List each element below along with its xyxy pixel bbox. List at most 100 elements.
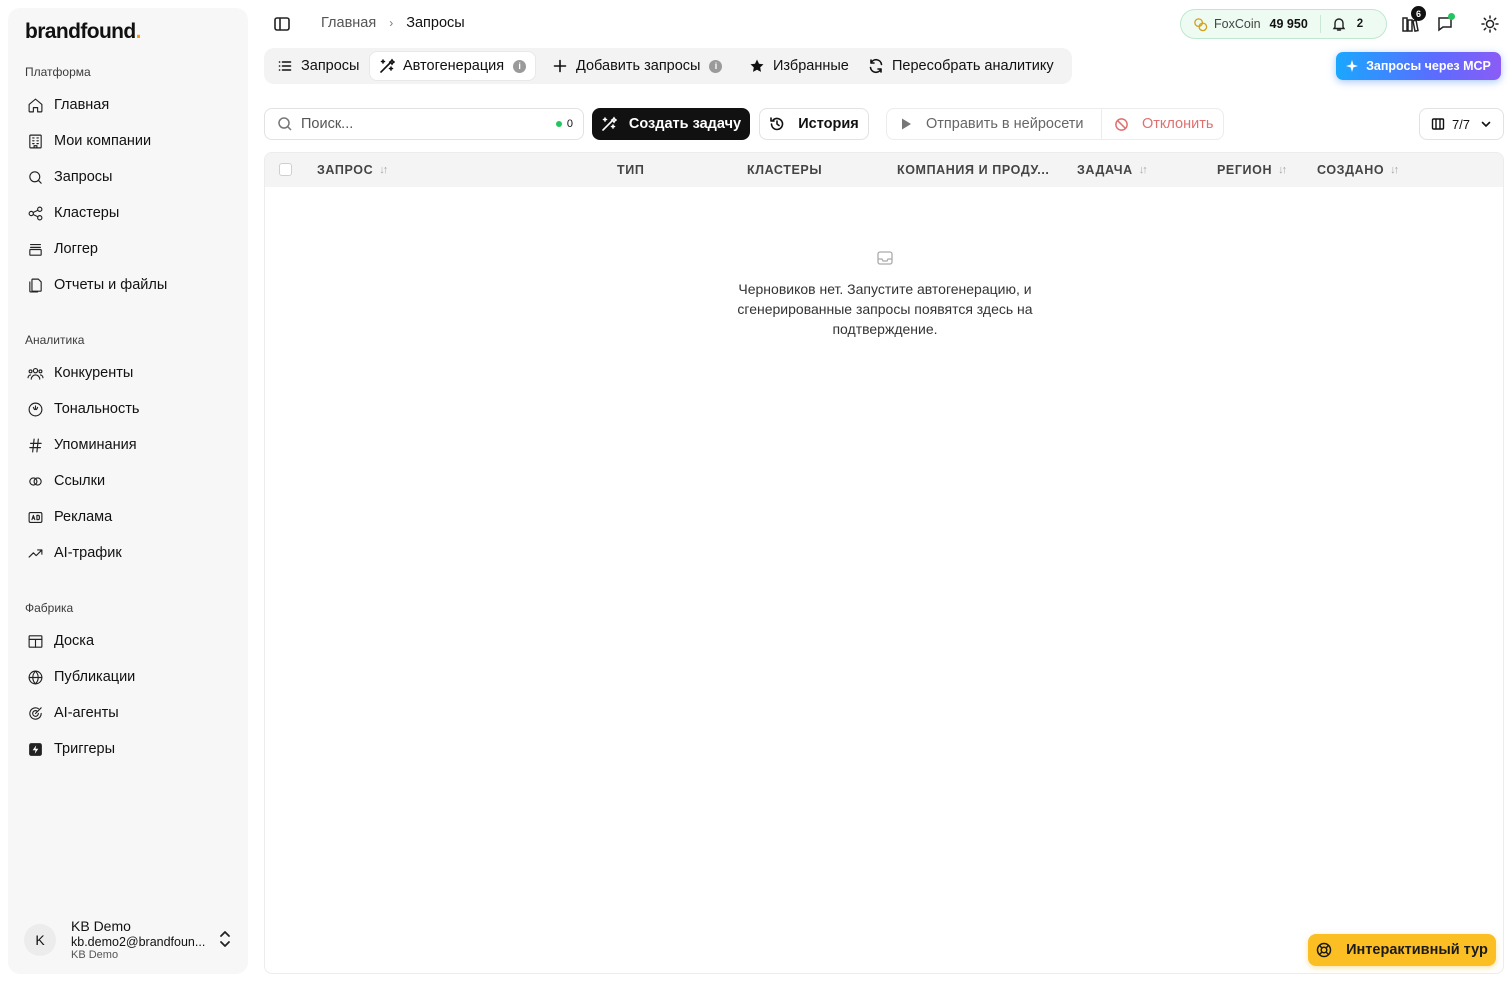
empty-state: Черновиков нет. Запустите автогенерацию,… (265, 251, 1503, 339)
info-icon[interactable]: i (709, 59, 723, 73)
column-header-created[interactable]: СОЗДАНО ↓↑ (1317, 153, 1399, 187)
column-label: СОЗДАНО (1317, 163, 1385, 177)
sidebar-item-competitors[interactable]: Конкуренты (18, 357, 238, 389)
sidebar-item-links[interactable]: Ссылки (18, 465, 238, 497)
sidebar-toggle-icon[interactable] (272, 14, 292, 34)
sidebar-item-label: Реклама (54, 509, 113, 525)
sparkle-icon (1346, 60, 1359, 72)
gauge-icon (26, 400, 44, 418)
column-header-task[interactable]: ЗАДАЧА ↓↑ (1077, 153, 1148, 187)
history-label: История (798, 116, 859, 132)
sidebar-item-label: Упоминания (54, 437, 137, 453)
trend-icon (26, 544, 44, 562)
create-task-button[interactable]: Создать задачу (592, 108, 750, 140)
section-label-platform: Платформа (25, 65, 91, 79)
sidebar-item-label: Доска (54, 633, 95, 649)
history-icon (770, 117, 784, 131)
plus-icon (553, 59, 567, 73)
link-icon (26, 472, 44, 490)
tab-autogeneration[interactable]: Автогенерация i (370, 52, 536, 80)
coin-label: FoxCoin (1214, 17, 1261, 31)
magic-wand-icon (380, 58, 395, 73)
breadcrumb: Главная › Запросы (321, 15, 465, 31)
tab-rebuild-analytics[interactable]: Пересобрать аналитику (859, 52, 1063, 80)
tour-label: Интерактивный тур (1346, 942, 1488, 958)
board-icon (26, 632, 44, 650)
section-label-analytics: Аналитика (25, 333, 85, 347)
sidebar-item-label: Триггеры (54, 741, 116, 757)
sidebar-item-board[interactable]: Доска (18, 625, 238, 657)
select-all-checkbox[interactable] (279, 163, 292, 176)
column-header-region[interactable]: РЕГИОН ↓↑ (1217, 153, 1287, 187)
breadcrumb-home[interactable]: Главная (321, 15, 376, 31)
status-dot (555, 121, 562, 127)
sidebar-item-ai-traffic[interactable]: AI-трафик (18, 537, 238, 569)
info-icon[interactable]: i (513, 59, 527, 73)
avatar: K (24, 924, 56, 956)
sidebar-item-publications[interactable]: Публикации (18, 661, 238, 693)
reject-button[interactable]: Отклонить (1102, 116, 1213, 132)
inbox-icon (877, 251, 893, 265)
bell-icon[interactable] (1331, 16, 1347, 32)
sidebar-item-ai-agents[interactable]: AI-агенты (18, 697, 238, 729)
sidebar-item-label: Кластеры (54, 205, 120, 221)
chevron-down-icon (1481, 121, 1491, 128)
tab-label: Пересобрать аналитику (892, 58, 1054, 74)
user-org: KB Demo (71, 948, 119, 961)
tab-favorites[interactable]: Избранные (740, 52, 858, 80)
search-icon (278, 117, 292, 131)
table-header: ЗАПРОС ↓↑ ТИП КЛАСТЕРЫ КОМПАНИЯ И ПРОДУ..… (265, 153, 1503, 187)
search-count: 0 (555, 118, 573, 130)
user-menu[interactable]: K KB Demo kb.demo2@brandfoun... KB Demo (18, 914, 238, 966)
sidebar-item-triggers[interactable]: Триггеры (18, 733, 238, 765)
tab-add-queries[interactable]: Добавить запросы i (543, 52, 731, 80)
column-label: ЗАДАЧА (1077, 163, 1133, 177)
sidebar-item-ads[interactable]: Реклама (18, 501, 238, 533)
breadcrumb-current: Запросы (406, 15, 465, 31)
send-to-ai-button[interactable]: Отправить в нейросети (887, 116, 1101, 132)
user-name: KB Demo (71, 918, 131, 935)
sidebar-item-home[interactable]: Главная (18, 89, 238, 121)
sidebar-item-sentiment[interactable]: Тональность (18, 393, 238, 425)
column-header-query[interactable]: ЗАПРОС ↓↑ (317, 153, 388, 187)
column-header-clusters: КЛАСТЕРЫ (747, 153, 822, 187)
sidebar-item-logger[interactable]: Логгер (18, 233, 238, 265)
building-icon (26, 132, 44, 150)
brand-logo[interactable]: brandfound. (25, 20, 142, 44)
mcp-button-label: Запросы через MCP (1366, 59, 1491, 73)
sidebar-item-companies[interactable]: Мои компании (18, 125, 238, 157)
bolt-icon (26, 740, 44, 758)
search-field[interactable]: 0 (264, 108, 584, 140)
columns-toggle-button[interactable]: 7/7 (1419, 108, 1504, 140)
files-icon (26, 276, 44, 294)
sun-icon[interactable] (1480, 14, 1500, 34)
tab-label: Добавить запросы (576, 58, 701, 74)
chat-status-dot (1448, 13, 1455, 20)
sidebar-item-mentions[interactable]: Упоминания (18, 429, 238, 461)
agent-icon (26, 704, 44, 722)
interactive-tour-button[interactable]: Интерактивный тур (1308, 934, 1496, 966)
sidebar-item-label: Запросы (54, 169, 113, 185)
column-header-company: КОМПАНИЯ И ПРОДУ... (897, 153, 1050, 187)
ad-icon (26, 508, 44, 526)
search-input[interactable] (301, 116, 541, 132)
column-header-type: ТИП (617, 153, 644, 187)
sidebar-item-label: AI-агенты (54, 705, 119, 721)
users-icon (26, 364, 44, 382)
queries-table: ЗАПРОС ↓↑ ТИП КЛАСТЕРЫ КОМПАНИЯ И ПРОДУ..… (264, 152, 1504, 974)
column-label: КОМПАНИЯ И ПРОДУ... (897, 163, 1050, 177)
logger-icon (26, 240, 44, 258)
coins-icon (1194, 17, 1208, 31)
ban-icon (1115, 117, 1128, 131)
coins-pill[interactable]: FoxCoin 49 950 2 (1180, 9, 1387, 39)
chevron-updown-icon (220, 931, 230, 947)
sidebar-item-reports[interactable]: Отчеты и файлы (18, 269, 238, 301)
list-icon (278, 61, 292, 71)
mcp-queries-button[interactable]: Запросы через MCP (1336, 52, 1501, 80)
sidebar-item-queries[interactable]: Запросы (18, 161, 238, 193)
lifebuoy-icon (1316, 942, 1332, 958)
tab-queries[interactable]: Запросы (268, 52, 368, 80)
sidebar-item-clusters[interactable]: Кластеры (18, 197, 238, 229)
tab-label: Запросы (301, 58, 360, 74)
history-button[interactable]: История (759, 108, 869, 140)
